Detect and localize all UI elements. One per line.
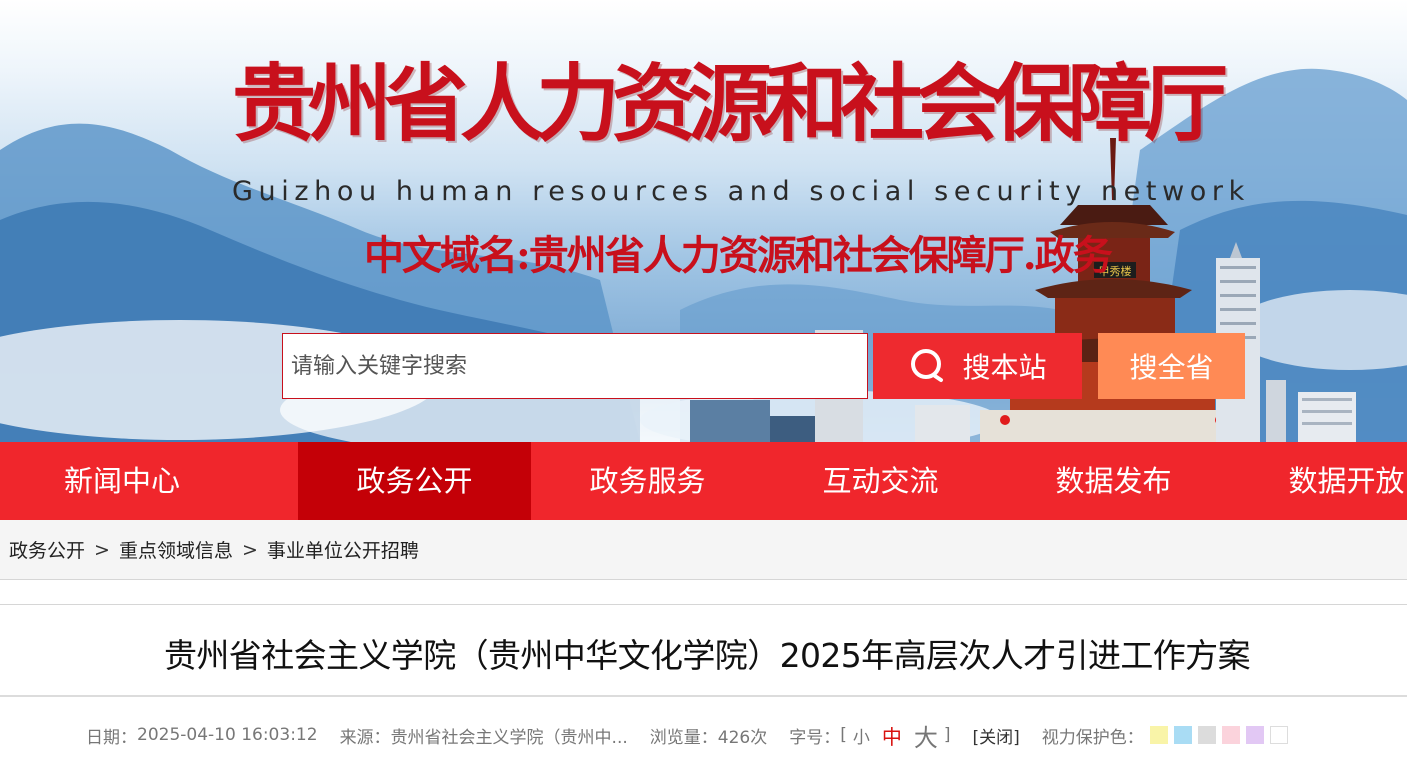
close-button[interactable]: [关闭]	[973, 723, 1020, 748]
article-header: 贵州省社会主义学院（贵州中华文化学院）2025年高层次人才引进工作方案	[0, 604, 1407, 697]
nav-item-interaction[interactable]: 互动交流	[764, 442, 997, 520]
search-site-button[interactable]: 搜本站	[873, 333, 1082, 399]
nav-item-gov-affairs[interactable]: 政务公开	[298, 442, 531, 520]
breadcrumb-link-recruitment[interactable]: 事业单位公开招聘	[267, 536, 419, 563]
eye-color-swatch[interactable]	[1269, 726, 1288, 744]
article-meta: 日期： 2025-04-10 16:03:12 来源： 贵州省社会主义学院（贵州…	[86, 718, 1288, 753]
search-icon	[911, 349, 944, 382]
eye-color-swatch[interactable]	[1221, 726, 1240, 744]
source-value: 贵州省社会主义学院（贵州中...	[390, 727, 628, 748]
eye-protection-label: 视力保护色：	[1041, 727, 1144, 748]
article-title: 贵州省社会主义学院（贵州中华文化学院）2025年高层次人才引进工作方案	[164, 636, 1251, 675]
eye-color-swatch[interactable]	[1149, 726, 1168, 744]
font-size-small-button[interactable]: 小	[853, 723, 870, 748]
site-title: 贵州省人力资源和社会保障厅	[232, 55, 1228, 153]
breadcrumb-link-key-areas[interactable]: 重点领域信息	[119, 536, 233, 563]
date-value: 2025-04-10 16:03:12	[137, 725, 318, 745]
search-province-label: 搜全省	[1129, 351, 1214, 384]
nav-item-open-data[interactable]: 数据开放	[1230, 442, 1407, 520]
breadcrumb: 政务公开 > 重点领域信息 > 事业单位公开招聘	[0, 520, 1407, 580]
eye-color-swatch[interactable]	[1245, 726, 1264, 744]
font-size-large-button[interactable]: 大	[914, 718, 938, 753]
fontsize-bracket-close: ]	[943, 725, 951, 745]
eye-color-swatch[interactable]	[1197, 726, 1216, 744]
date-label: 日期：	[86, 727, 137, 748]
search-input[interactable]	[282, 333, 868, 399]
views-value: 426次	[717, 727, 768, 748]
fontsize-label: 字号：	[789, 727, 841, 748]
breadcrumb-link-gov-affairs[interactable]: 政务公开	[9, 536, 85, 563]
views-label: 浏览量：	[649, 727, 718, 748]
breadcrumb-separator: >	[241, 538, 258, 561]
nav-item-news[interactable]: 新闻中心	[0, 442, 298, 520]
eye-color-swatches	[1144, 725, 1288, 745]
breadcrumb-separator: >	[94, 538, 110, 561]
nav-item-data-release[interactable]: 数据发布	[997, 442, 1230, 520]
fontsize-bracket-open: [	[840, 725, 847, 745]
site-domain: 中文域名:贵州省人力资源和社会保障厅.政务	[364, 232, 1113, 279]
search-province-button[interactable]: 搜全省	[1098, 333, 1245, 399]
source-label: 来源：	[339, 727, 391, 748]
nav-item-gov-services[interactable]: 政务服务	[531, 442, 764, 520]
search-site-label: 搜本站	[962, 351, 1047, 384]
main-nav: 新闻中心 政务公开 政务服务 互动交流 数据发布 数据开放	[0, 442, 1407, 520]
eye-color-swatch[interactable]	[1173, 726, 1192, 744]
font-size-medium-button[interactable]: 中	[882, 721, 902, 750]
header-banner: 甲秀楼 贵州省人力资源和社会保障厅 Guizhou human resource…	[0, 0, 1407, 442]
site-subtitle: Guizhou human resources and social secur…	[232, 176, 1250, 207]
